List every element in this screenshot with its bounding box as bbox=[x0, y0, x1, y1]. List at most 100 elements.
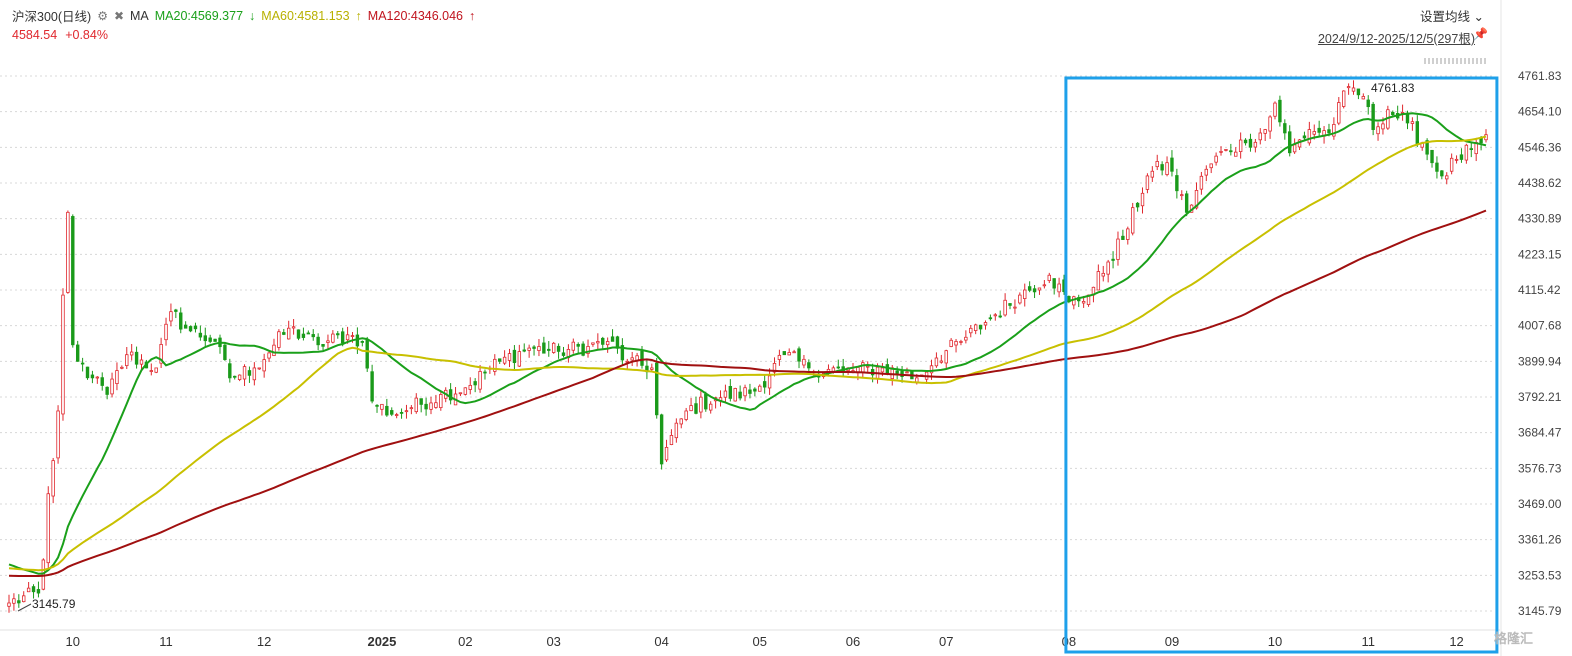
candle-body bbox=[188, 326, 193, 332]
candle-body bbox=[1292, 144, 1297, 153]
candle-body bbox=[1180, 194, 1184, 197]
candle-body bbox=[424, 403, 428, 410]
candle-body bbox=[1116, 238, 1120, 260]
candle-body bbox=[478, 371, 482, 390]
x-tick-label: 10 bbox=[66, 634, 80, 649]
candle-body bbox=[370, 371, 374, 402]
candle-body bbox=[1341, 90, 1346, 107]
candle-body bbox=[1121, 235, 1125, 240]
candle-body bbox=[1263, 129, 1267, 134]
candle-body bbox=[596, 341, 600, 344]
candle-body bbox=[1391, 111, 1395, 116]
candle-body bbox=[75, 344, 80, 362]
candle-body bbox=[51, 460, 55, 497]
y-tick-label: 4115.42 bbox=[1518, 283, 1561, 297]
candle-body bbox=[1047, 274, 1051, 281]
candle-body bbox=[1464, 144, 1469, 161]
y-tick-label: 4007.68 bbox=[1518, 319, 1562, 333]
candle-body bbox=[792, 351, 796, 354]
y-tick-label: 3576.73 bbox=[1518, 461, 1562, 475]
candle-body bbox=[527, 347, 531, 351]
candle-body bbox=[409, 407, 414, 410]
candle-body bbox=[684, 410, 688, 420]
candle-body bbox=[1440, 170, 1444, 177]
candle-body bbox=[497, 358, 502, 362]
candle-body bbox=[1415, 121, 1420, 145]
candle-body bbox=[223, 344, 227, 360]
candle-body bbox=[1337, 102, 1341, 124]
candle-body bbox=[1081, 301, 1086, 304]
candle-body bbox=[1057, 283, 1061, 293]
candle-body bbox=[1008, 303, 1012, 306]
candle-body bbox=[664, 446, 669, 461]
x-tick-label: 02 bbox=[458, 634, 472, 649]
candle-body bbox=[360, 341, 365, 343]
candle-body bbox=[1150, 170, 1155, 178]
candle-body bbox=[1371, 103, 1375, 130]
candle-body bbox=[866, 365, 870, 368]
candle-body bbox=[895, 370, 899, 374]
candle-body bbox=[797, 348, 801, 362]
candle-body bbox=[1430, 149, 1434, 164]
x-tick-label: 04 bbox=[654, 634, 668, 649]
candle-body bbox=[1376, 126, 1380, 135]
ma120-line bbox=[8, 209, 1487, 577]
candle-body bbox=[1003, 299, 1007, 316]
candle-body bbox=[522, 349, 526, 352]
candle-body bbox=[885, 364, 890, 375]
candle-body bbox=[193, 325, 198, 330]
candle-body bbox=[1101, 272, 1105, 277]
candle-body bbox=[650, 367, 654, 370]
y-tick-label: 3684.47 bbox=[1518, 426, 1562, 440]
high-price-label: 4761.83 bbox=[1371, 81, 1415, 95]
candle-body bbox=[365, 338, 369, 369]
candle-body bbox=[1229, 150, 1233, 153]
candle-body bbox=[1219, 150, 1223, 153]
candle-body bbox=[1140, 192, 1145, 207]
candle-body bbox=[110, 378, 114, 395]
candle-body bbox=[689, 405, 693, 412]
candle-body bbox=[277, 331, 281, 348]
candle-body bbox=[576, 344, 580, 347]
candle-body bbox=[434, 402, 438, 408]
candle-body bbox=[836, 366, 840, 369]
candle-body bbox=[340, 331, 345, 344]
candle-body bbox=[905, 371, 909, 374]
candle-body bbox=[385, 405, 389, 416]
candle-body bbox=[728, 386, 733, 399]
candle-body bbox=[1273, 102, 1277, 117]
x-tick-label: 10 bbox=[1268, 634, 1282, 649]
candle-body bbox=[213, 338, 217, 342]
candle-body bbox=[1111, 258, 1115, 261]
candle-body bbox=[242, 366, 247, 380]
candle-body bbox=[1209, 163, 1213, 169]
candle-body bbox=[944, 350, 948, 364]
candle-body bbox=[198, 332, 203, 338]
candle-body bbox=[1032, 288, 1037, 293]
candle-body bbox=[1234, 151, 1238, 157]
ma20-line bbox=[8, 112, 1487, 575]
candle-body bbox=[1479, 137, 1483, 144]
candle-body bbox=[1199, 175, 1204, 190]
candle-body bbox=[674, 422, 679, 439]
low-price-label: 3145.79 bbox=[32, 597, 76, 611]
candle-body bbox=[154, 367, 158, 373]
candle-body bbox=[252, 367, 257, 381]
candle-body bbox=[964, 336, 968, 341]
candle-body bbox=[561, 352, 566, 356]
candle-body bbox=[537, 346, 541, 351]
candle-body bbox=[125, 354, 129, 367]
candle-body bbox=[1175, 175, 1179, 192]
candle-body bbox=[375, 404, 379, 407]
y-tick-label: 3361.26 bbox=[1518, 533, 1562, 547]
candle-body bbox=[301, 333, 306, 338]
candle-body bbox=[331, 333, 335, 343]
candle-body bbox=[7, 602, 11, 607]
candle-body bbox=[394, 414, 399, 416]
candle-body bbox=[1018, 294, 1022, 304]
x-tick-label: 05 bbox=[753, 634, 767, 649]
y-tick-label: 4654.10 bbox=[1518, 105, 1562, 119]
y-tick-label: 3469.00 bbox=[1518, 497, 1562, 511]
candle-body bbox=[959, 341, 963, 343]
candle-body bbox=[655, 362, 659, 416]
